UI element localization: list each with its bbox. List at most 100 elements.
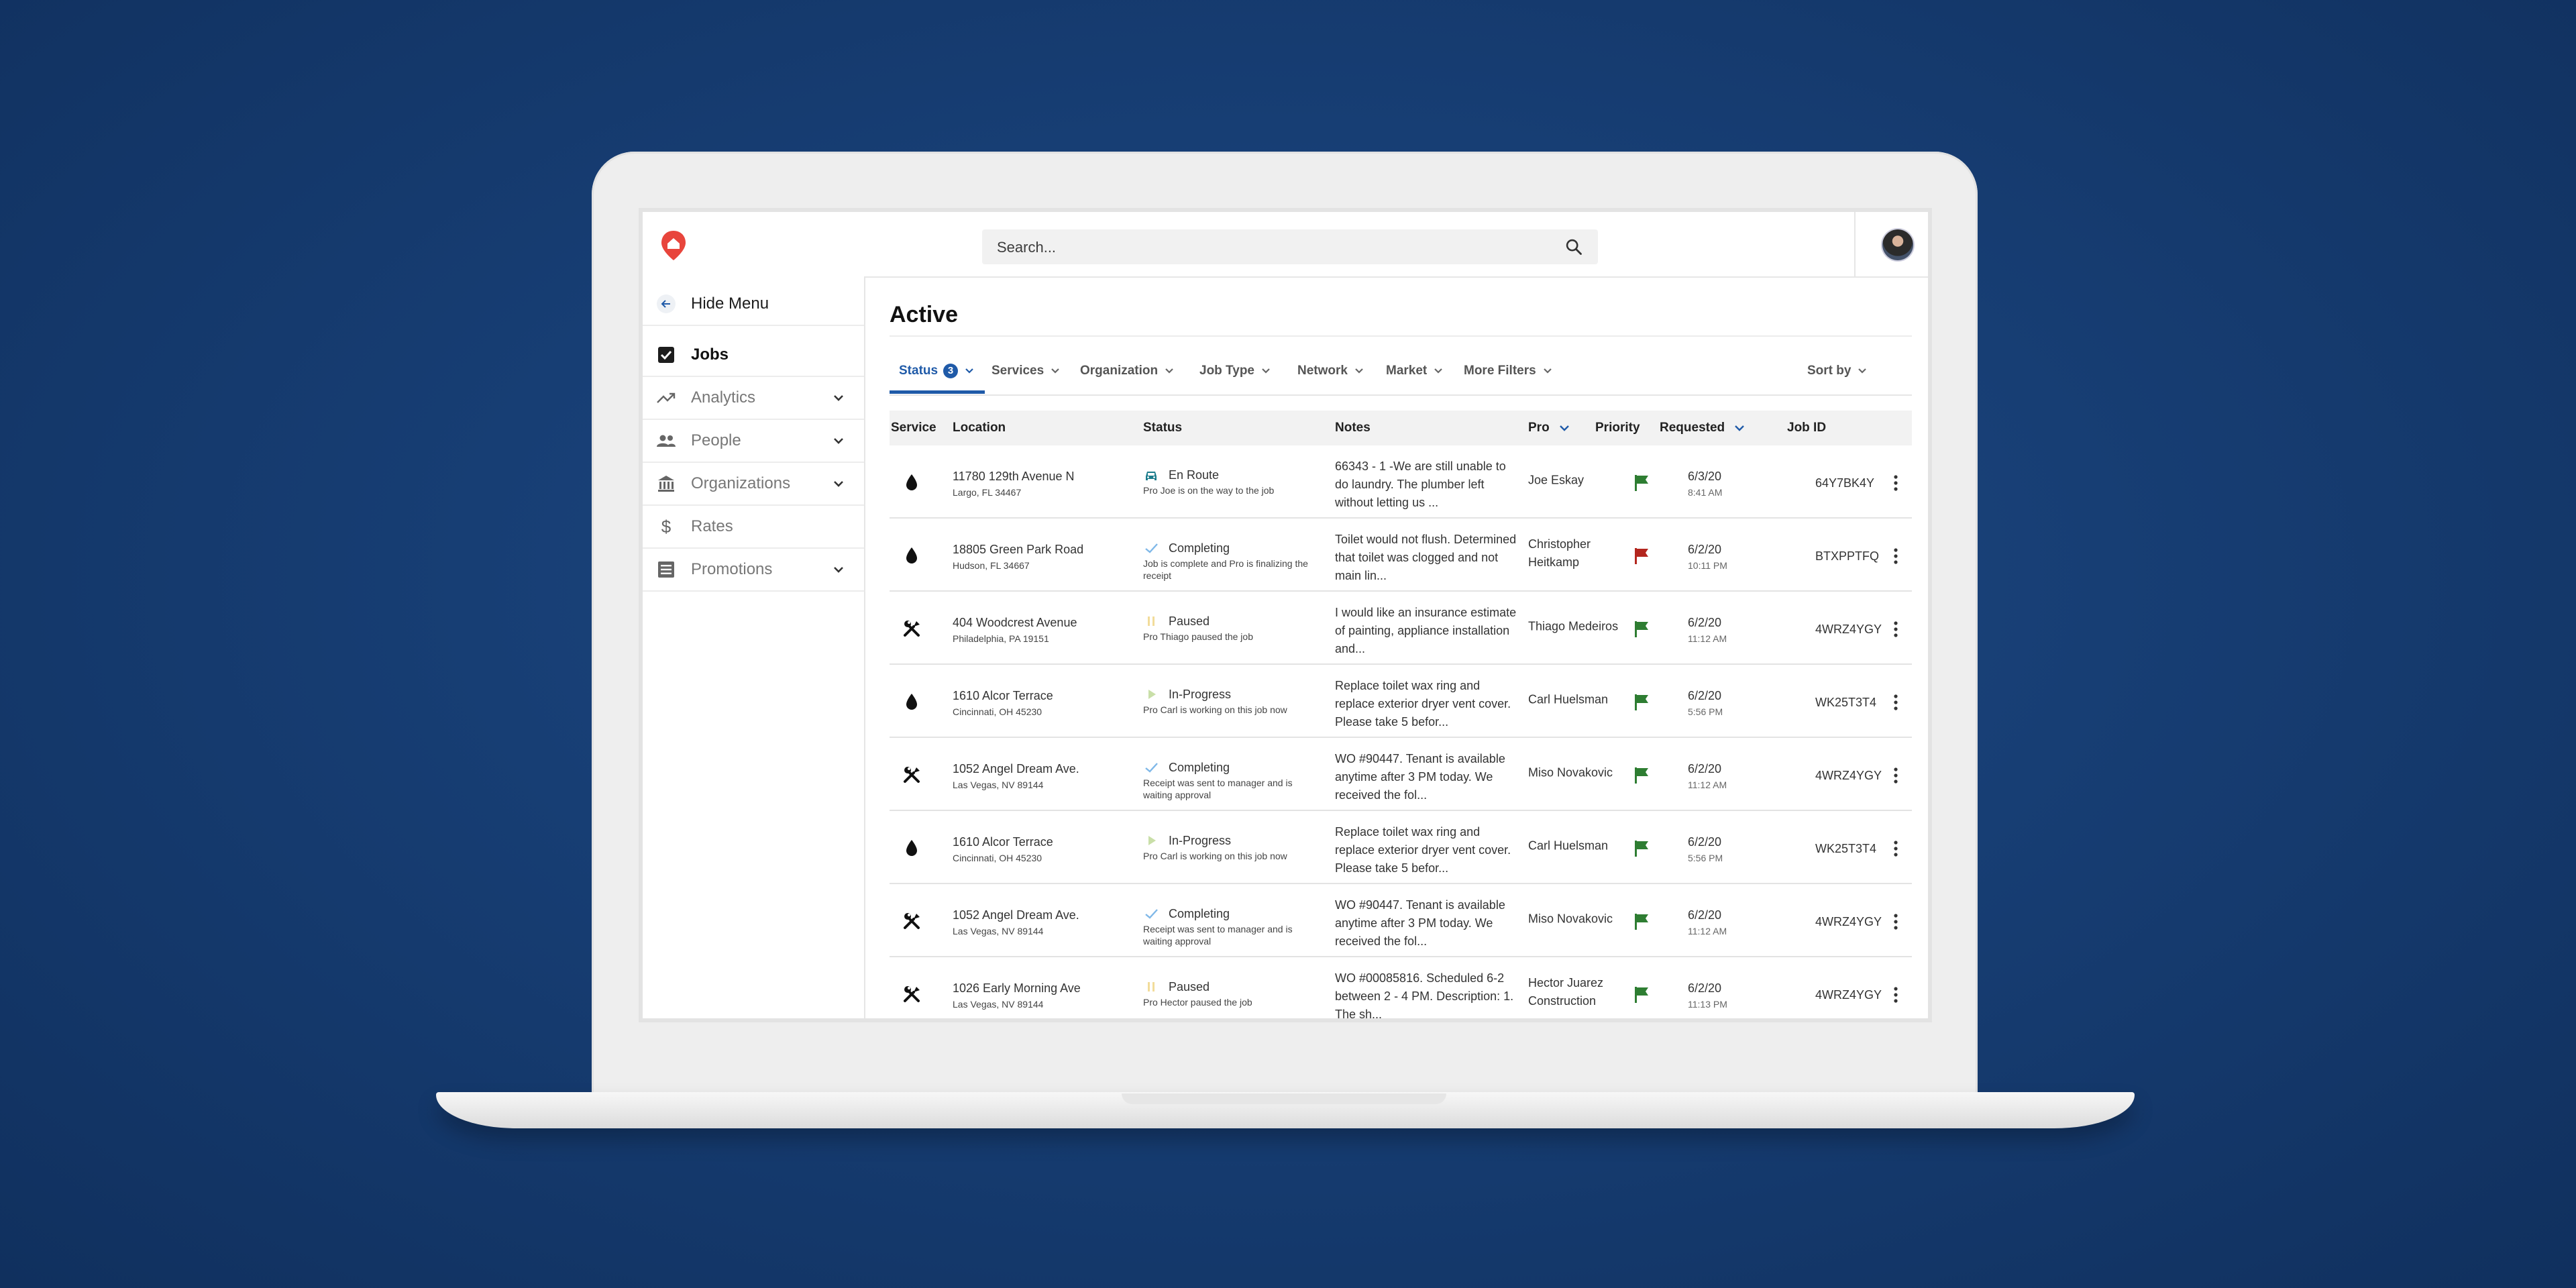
- filter-market[interactable]: Market: [1386, 364, 1443, 378]
- pause-icon: [1143, 979, 1159, 995]
- tools-icon: [902, 984, 922, 1004]
- table-row[interactable]: 11780 129th Avenue N Largo, FL 34467 En …: [890, 447, 1912, 519]
- pro-name[interactable]: Joe Eskay: [1528, 472, 1622, 490]
- chevron-down-icon: [965, 368, 973, 374]
- status-label: Completing: [1169, 907, 1230, 920]
- column-header-requested[interactable]: Requested: [1660, 421, 1745, 435]
- table-row[interactable]: 1052 Angel Dream Ave. Las Vegas, NV 8914…: [890, 739, 1912, 811]
- column-header-notes[interactable]: Notes: [1335, 421, 1371, 435]
- sidebar: Hide Menu Jobs Analytics People Organiza…: [643, 276, 865, 1018]
- more-options-icon[interactable]: [1893, 985, 1898, 1004]
- pro-name[interactable]: Christopher Heitkamp: [1528, 535, 1622, 572]
- pro-name[interactable]: Carl Huelsman: [1528, 691, 1622, 709]
- status-detail: Pro Carl is working on this job now: [1143, 851, 1287, 861]
- requested-date: 6/2/20: [1688, 543, 1722, 556]
- sidebar-item-organizations[interactable]: Organizations: [643, 463, 864, 506]
- more-options-icon[interactable]: [1893, 912, 1898, 931]
- more-options-icon[interactable]: [1893, 620, 1898, 639]
- check-icon: [1143, 906, 1159, 922]
- water-drop-icon: [902, 838, 922, 858]
- sidebar-item-promotions[interactable]: Promotions: [643, 549, 864, 592]
- table-row[interactable]: 1610 Alcor Terrace Cincinnati, OH 45230 …: [890, 666, 1912, 738]
- pro-name[interactable]: Hector Juarez Construction: [1528, 974, 1622, 1010]
- column-header-label: Requested: [1660, 421, 1725, 435]
- column-header-pro[interactable]: Pro: [1528, 421, 1570, 435]
- sidebar-item-label: Organizations: [691, 474, 791, 492]
- requested-time: 5:56 PM: [1688, 706, 1723, 717]
- pro-name[interactable]: Carl Huelsman: [1528, 837, 1622, 855]
- filter-job-type[interactable]: Job Type: [1199, 364, 1271, 378]
- requested-time: 11:12 AM: [1688, 633, 1727, 644]
- filter-network[interactable]: Network: [1297, 364, 1364, 378]
- hide-menu-button[interactable]: Hide Menu: [643, 283, 864, 326]
- chevron-down-icon: [1434, 368, 1443, 374]
- table-row[interactable]: 1026 Early Morning Ave Las Vegas, NV 891…: [890, 959, 1912, 1018]
- topbar-divider: [1854, 212, 1856, 276]
- table-row[interactable]: 404 Woodcrest Avenue Philadelphia, PA 19…: [890, 593, 1912, 665]
- notes-text: I would like an insurance estimate of pa…: [1335, 606, 1517, 655]
- status-detail: Receipt was sent to manager and is waiti…: [1143, 924, 1293, 947]
- more-options-icon[interactable]: [1893, 474, 1898, 492]
- requested-time: 11:12 AM: [1688, 926, 1727, 936]
- filter-services[interactable]: Services: [991, 364, 1060, 378]
- avatar[interactable]: [1882, 229, 1913, 260]
- sort-chevron-icon[interactable]: [1734, 425, 1745, 431]
- status-detail: Pro Carl is working on this job now: [1143, 704, 1287, 715]
- sort-chevron-icon[interactable]: [1559, 425, 1570, 431]
- top-bar: Search...: [643, 212, 1928, 278]
- column-header-location[interactable]: Location: [953, 421, 1006, 435]
- location-address: 1610 Alcor Terrace: [953, 835, 1053, 849]
- column-header-priority[interactable]: Priority: [1595, 421, 1640, 435]
- location-address: 1026 Early Morning Ave: [953, 981, 1081, 995]
- table-row[interactable]: 1052 Angel Dream Ave. Las Vegas, NV 8914…: [890, 885, 1912, 957]
- status-detail: Pro Thiago paused the job: [1143, 631, 1253, 642]
- sidebar-item-analytics[interactable]: Analytics: [643, 377, 864, 420]
- location-city: Las Vegas, NV 89144: [953, 926, 1044, 936]
- chevron-down-icon[interactable]: [832, 391, 845, 405]
- status-label: In-Progress: [1169, 834, 1232, 847]
- search-input[interactable]: Search...: [982, 229, 1598, 264]
- chevron-down-icon[interactable]: [832, 563, 845, 576]
- more-options-icon[interactable]: [1893, 547, 1898, 566]
- filter-label: Organization: [1080, 364, 1159, 378]
- more-options-icon[interactable]: [1893, 766, 1898, 785]
- more-options-icon[interactable]: [1893, 839, 1898, 858]
- table-header: Service Location Status Notes Pro Priori…: [890, 411, 1912, 445]
- filter-organization[interactable]: Organization: [1080, 364, 1174, 378]
- priority-flag-icon: [1633, 912, 1650, 931]
- list-icon: [656, 559, 676, 580]
- job-id: BTXPPTFQ: [1815, 549, 1880, 563]
- logo-icon[interactable]: [660, 229, 687, 262]
- sidebar-item-label: Analytics: [691, 388, 756, 407]
- table-row[interactable]: 18805 Green Park Road Hudson, FL 34667 C…: [890, 520, 1912, 592]
- chevron-down-icon[interactable]: [832, 477, 845, 490]
- job-id: 4WRZ4YGY: [1815, 988, 1882, 1002]
- filter-more-filters[interactable]: More Filters: [1464, 364, 1552, 378]
- job-id: 4WRZ4YGY: [1815, 769, 1882, 782]
- sidebar-item-rates[interactable]: $ Rates: [643, 506, 864, 549]
- column-header-service[interactable]: Service: [891, 421, 936, 435]
- requested-date: 6/3/20: [1688, 470, 1722, 483]
- filter-status[interactable]: Status 3: [899, 364, 974, 378]
- column-header-job-id[interactable]: Job ID: [1787, 421, 1826, 435]
- column-header-status[interactable]: Status: [1143, 421, 1182, 435]
- location-city: Las Vegas, NV 89144: [953, 780, 1044, 790]
- sort-by-dropdown[interactable]: Sort by: [1807, 364, 1867, 378]
- more-options-icon[interactable]: [1893, 693, 1898, 712]
- table-row[interactable]: 1610 Alcor Terrace Cincinnati, OH 45230 …: [890, 812, 1912, 884]
- search-icon[interactable]: [1564, 237, 1583, 256]
- sidebar-item-jobs[interactable]: Jobs: [643, 334, 864, 377]
- water-drop-icon: [902, 545, 922, 566]
- pro-name[interactable]: Miso Novakovic: [1528, 764, 1622, 782]
- chevron-down-icon[interactable]: [832, 434, 845, 447]
- pro-name[interactable]: Thiago Medeiros: [1528, 618, 1622, 636]
- chevron-down-icon: [1165, 368, 1173, 374]
- location-city: Hudson, FL 34667: [953, 560, 1030, 571]
- tools-icon: [902, 765, 922, 785]
- laptop-notch: [1122, 1093, 1446, 1104]
- pro-name[interactable]: Miso Novakovic: [1528, 910, 1622, 928]
- water-drop-icon: [902, 692, 922, 712]
- check-icon: [1143, 540, 1159, 556]
- status-label: En Route: [1169, 468, 1220, 482]
- sidebar-item-people[interactable]: People: [643, 420, 864, 463]
